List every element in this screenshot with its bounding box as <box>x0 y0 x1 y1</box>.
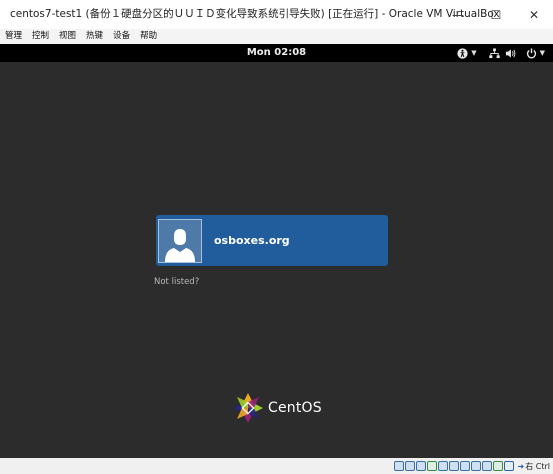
power-icon[interactable] <box>526 44 537 62</box>
shared-folders-status-icon[interactable] <box>448 461 459 471</box>
menu-devices[interactable]: 设备 <box>113 29 130 44</box>
centos-logo-icon <box>233 393 263 423</box>
centos-logo: CentOS <box>232 392 322 424</box>
network-wired-icon[interactable] <box>488 44 500 62</box>
video-capture-status-icon[interactable] <box>470 461 481 471</box>
hard-disk-status-icon[interactable] <box>393 461 404 471</box>
vm-screen[interactable]: Mon 02:08 ▼ ▼ osboxes.org Not listed? Ce… <box>0 44 553 458</box>
menu-help[interactable]: 帮助 <box>140 29 157 44</box>
maximize-button[interactable]: ☐ <box>477 0 515 29</box>
volume-icon[interactable] <box>505 44 516 62</box>
gnome-top-bar: Mon 02:08 ▼ ▼ <box>0 44 553 62</box>
mouse-integration-status-icon[interactable] <box>492 461 503 471</box>
keyboard-capture-status-icon[interactable] <box>503 461 514 471</box>
optical-drive-status-icon[interactable] <box>404 461 415 471</box>
window-titlebar: centos7-test1 (备份１硬盘分区的ＵＵＩＤ变化导致系统引导失败) [… <box>0 0 553 29</box>
logo-text: CentOS <box>268 400 322 416</box>
close-button[interactable]: ✕ <box>515 0 553 29</box>
minimize-button[interactable]: — <box>439 0 477 29</box>
system-menu-chevron-down-icon[interactable]: ▼ <box>540 49 545 57</box>
display-status-icon[interactable] <box>459 461 470 471</box>
window-controls: — ☐ ✕ <box>439 0 553 29</box>
menu-hotkeys[interactable]: 热键 <box>86 29 103 44</box>
system-tray: ▼ ▼ <box>457 44 545 62</box>
user-list-item[interactable]: osboxes.org <box>156 215 388 266</box>
statusbar: ➜ 右 Ctrl <box>0 458 553 474</box>
host-key-label: 右 Ctrl <box>525 461 550 471</box>
user-name: osboxes.org <box>214 234 290 247</box>
host-key-arrow-icon: ➜ <box>517 461 525 471</box>
menu-view[interactable]: 视图 <box>59 29 76 44</box>
menubar: 管理 控制 视图 热键 设备 帮助 <box>0 29 553 44</box>
accessibility-icon[interactable] <box>457 44 468 62</box>
usb-status-icon[interactable] <box>437 461 448 471</box>
menu-machine[interactable]: 管理 <box>5 29 22 44</box>
menu-control[interactable]: 控制 <box>32 29 49 44</box>
avatar <box>158 218 202 263</box>
vt-x-status-icon[interactable] <box>481 461 492 471</box>
network-status-icon[interactable] <box>426 461 437 471</box>
host-key-indicator: ➜ 右 Ctrl <box>518 461 550 472</box>
not-listed-link[interactable]: Not listed? <box>154 277 199 287</box>
accessibility-menu-chevron-down-icon[interactable]: ▼ <box>471 49 476 57</box>
user-silhouette-icon <box>165 228 195 262</box>
audio-status-icon[interactable] <box>415 461 426 471</box>
